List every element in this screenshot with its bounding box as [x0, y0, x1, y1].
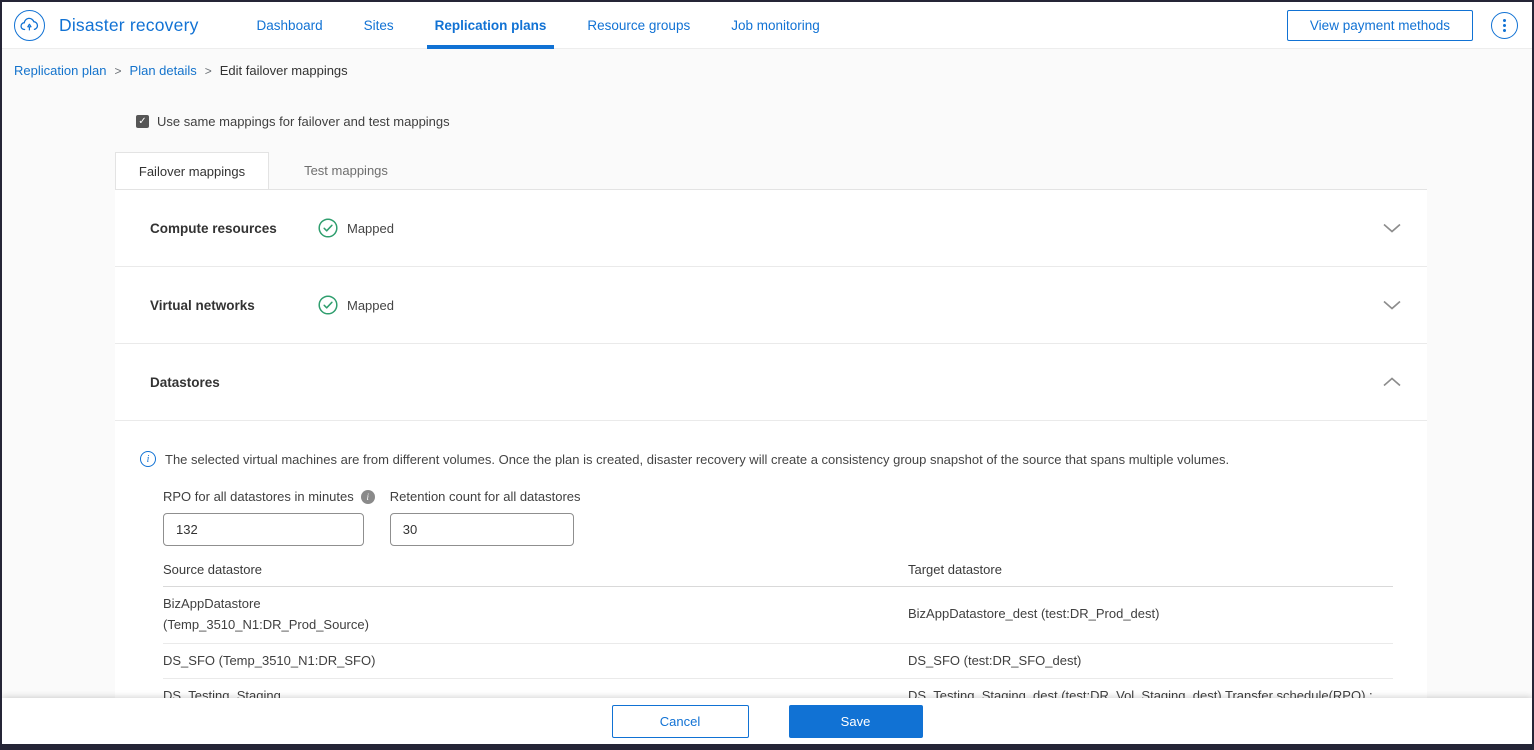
table-header: Source datastore Target datastore — [163, 556, 1393, 587]
primary-nav: Dashboard Sites Replication plans Resour… — [255, 2, 822, 49]
volumes-info-text: The selected virtual machines are from d… — [165, 451, 1230, 467]
mapped-status-label: Mapped — [347, 297, 394, 313]
column-source-datastore: Source datastore — [163, 562, 263, 577]
nav-item-job-monitoring[interactable]: Job monitoring — [729, 2, 822, 49]
header-actions: View payment methods — [1286, 9, 1518, 41]
chevron-up-icon[interactable] — [1383, 377, 1401, 387]
app-window: Disaster recovery Dashboard Sites Replic… — [0, 0, 1534, 750]
retention-field: Retention count for all datastores — [389, 489, 581, 546]
datastore-settings-fields: RPO for all datastores in minutes i Rete… — [163, 489, 1399, 546]
cancel-button[interactable]: Cancel — [611, 704, 749, 738]
datastores-expanded-body: i The selected virtual machines are from… — [115, 421, 1427, 736]
kebab-menu-icon[interactable] — [1491, 11, 1518, 39]
nav-item-replication-plans[interactable]: Replication plans — [426, 2, 555, 49]
table-row: BizAppDatastore (Temp_3510_N1:DR_Prod_So… — [163, 587, 1393, 644]
mappings-tabs: Failover mappings Test mappings — [115, 152, 1532, 189]
breadcrumb-plan-details[interactable]: Plan details — [130, 63, 197, 78]
top-header: Disaster recovery Dashboard Sites Replic… — [2, 2, 1532, 49]
mapped-status-label: Mapped — [347, 220, 394, 236]
page-content: ✓ Use same mappings for failover and tes… — [2, 114, 1532, 744]
info-icon: i — [140, 451, 156, 467]
same-mappings-option: ✓ Use same mappings for failover and tes… — [136, 114, 1532, 129]
rpo-field: RPO for all datastores in minutes i — [163, 489, 375, 546]
volumes-info-message: i The selected virtual machines are from… — [140, 451, 1399, 467]
success-check-icon — [318, 295, 338, 315]
tab-failover-mappings[interactable]: Failover mappings — [115, 152, 269, 189]
section-compute-resources[interactable]: Compute resources Mapped — [115, 190, 1427, 267]
section-virtual-networks[interactable]: Virtual networks Mapped — [115, 267, 1427, 344]
breadcrumb-separator-icon: > — [204, 63, 212, 78]
nav-item-sites[interactable]: Sites — [362, 2, 396, 49]
app-logo-cloud-icon — [14, 9, 45, 41]
rpo-input[interactable] — [163, 513, 364, 546]
same-mappings-label: Use same mappings for failover and test … — [157, 114, 450, 129]
breadcrumb-separator-icon: > — [114, 63, 122, 78]
rpo-info-icon[interactable]: i — [360, 489, 375, 504]
table-row: DS_SFO (Temp_3510_N1:DR_SFO) DS_SFO (tes… — [163, 644, 1393, 680]
target-datastore-cell: BizAppDatastore_dest (test:DR_Prod_dest) — [908, 606, 1160, 622]
nav-item-dashboard[interactable]: Dashboard — [255, 2, 325, 49]
app-title: Disaster recovery — [59, 14, 199, 35]
save-button[interactable]: Save — [788, 704, 923, 738]
retention-input[interactable] — [389, 513, 574, 546]
chevron-down-icon[interactable] — [1383, 300, 1401, 310]
column-target-datastore: Target datastore — [908, 562, 1002, 577]
rpo-label: RPO for all datastores in minutes — [163, 489, 354, 504]
footer-action-bar: Cancel Save — [2, 698, 1532, 744]
nav-item-resource-groups[interactable]: Resource groups — [585, 2, 692, 49]
source-datastore-cell: DS_SFO (Temp_3510_N1:DR_SFO) — [163, 652, 376, 668]
section-title: Compute resources — [150, 220, 277, 236]
failover-mappings-panel: Compute resources Mapped Virtual network… — [115, 189, 1427, 744]
section-datastores[interactable]: Datastores — [115, 344, 1427, 421]
section-title: Virtual networks — [150, 297, 255, 313]
breadcrumb-replication-plan[interactable]: Replication plan — [14, 63, 107, 78]
breadcrumb: Replication plan > Plan details > Edit f… — [2, 49, 1532, 88]
chevron-down-icon[interactable] — [1383, 223, 1401, 233]
mapped-status: Mapped — [318, 218, 394, 238]
retention-label: Retention count for all datastores — [389, 489, 581, 504]
same-mappings-checkbox[interactable]: ✓ — [136, 115, 149, 128]
target-datastore-cell: DS_SFO (test:DR_SFO_dest) — [908, 652, 1082, 668]
success-check-icon — [318, 218, 338, 238]
mapped-status: Mapped — [318, 295, 394, 315]
source-datastore-cell: BizAppDatastore (Temp_3510_N1:DR_Prod_So… — [163, 596, 369, 632]
breadcrumb-current-page: Edit failover mappings — [219, 63, 348, 78]
view-payment-methods-button[interactable]: View payment methods — [1286, 9, 1473, 41]
section-title: Datastores — [150, 374, 220, 390]
tab-test-mappings[interactable]: Test mappings — [269, 152, 423, 189]
